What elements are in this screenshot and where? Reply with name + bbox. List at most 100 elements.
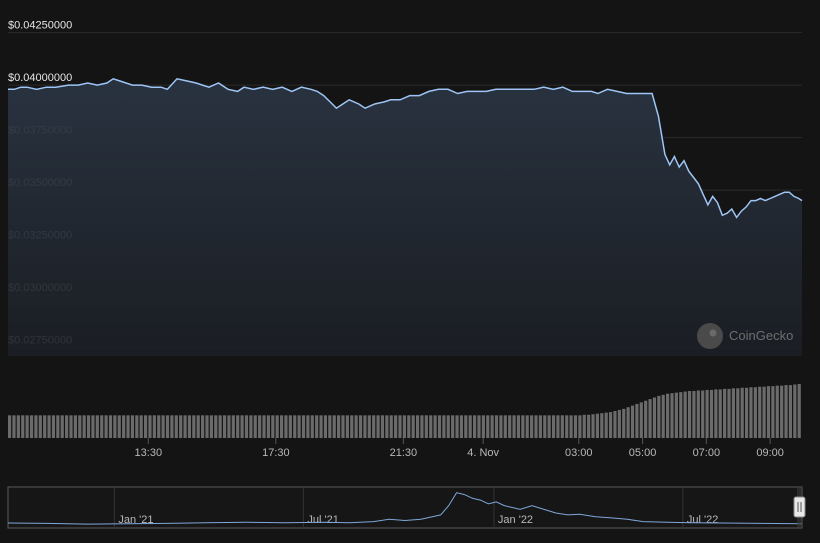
volume-bar [38, 415, 42, 438]
volume-bar [113, 415, 117, 438]
volume-bar [126, 415, 130, 438]
volume-bar [165, 415, 170, 438]
volume-bar [240, 415, 244, 438]
volume-bar [214, 415, 218, 438]
volume-bar [117, 415, 121, 438]
volume-bar [135, 415, 139, 438]
y-tick-label: $0.04000000 [8, 72, 72, 84]
volume-bar [108, 415, 113, 438]
volume-bar [323, 415, 328, 438]
volume-bar [687, 391, 692, 438]
volume-bar [143, 415, 148, 438]
volume-bar [464, 415, 468, 438]
volume-bar [595, 413, 600, 438]
volume-bar [424, 415, 428, 438]
volume-bar [626, 407, 630, 438]
volume-bar [600, 413, 604, 438]
volume-bar [297, 415, 301, 438]
volume-bar [451, 415, 455, 438]
volume-bar [736, 388, 740, 438]
volume-bar [727, 388, 731, 438]
volume-bar [780, 385, 784, 438]
volume-bar [714, 389, 718, 438]
volume-bar [762, 386, 766, 438]
volume-bar [139, 415, 143, 438]
volume-bar [731, 388, 735, 438]
volume-bar [740, 387, 744, 438]
volume-bar [429, 415, 433, 438]
volume-bar [332, 415, 336, 438]
volume-bar [394, 415, 398, 438]
volume-bar [266, 415, 271, 438]
volume-bar [56, 415, 60, 438]
volume-bar [398, 415, 402, 438]
volume-bar [503, 415, 507, 438]
volume-bar [205, 415, 209, 438]
volume-bar [486, 415, 490, 438]
volume-bar [573, 415, 578, 438]
volume-bar [411, 415, 415, 438]
volume-bar [758, 386, 762, 438]
volume-bar [701, 390, 705, 438]
volume-bar [315, 415, 319, 438]
volume-bar [530, 415, 534, 438]
volume-bar [275, 415, 279, 438]
volume-bar [174, 415, 178, 438]
volume-bar [696, 390, 700, 438]
volume-bar [104, 415, 108, 438]
volume-bar [95, 415, 99, 438]
volume-bar [69, 415, 73, 438]
volume-bar [244, 415, 249, 438]
volume-bar [753, 387, 757, 438]
volume-bar [534, 415, 538, 438]
price-chart: $0.04250000$0.04000000$0.03750000$0.0350… [7, 20, 806, 529]
volume-bar [525, 415, 529, 438]
volume-bar [661, 394, 665, 438]
x-tick-label: 21:30 [390, 447, 418, 459]
volume-bar [683, 391, 687, 438]
x-axis: 13:30 17:30 21:30 4. Nov 03:00 05:00 07:00 09:0… [135, 438, 784, 459]
volume-bar [679, 392, 683, 438]
volume-bar [372, 415, 376, 438]
volume-bar [367, 415, 371, 438]
volume-bar [788, 385, 793, 438]
volume-bar [380, 415, 385, 438]
coingecko-logo-icon [697, 323, 723, 349]
volume-bar [639, 402, 643, 438]
volume-bar [271, 415, 275, 438]
volume-bar [363, 415, 367, 438]
volume-bar [279, 415, 284, 438]
volume-bar [310, 415, 314, 438]
navigator-handle-right[interactable] [793, 496, 806, 518]
volume-bar [578, 415, 582, 438]
volume-bar [718, 389, 722, 438]
volume-bar [86, 415, 91, 438]
volume-bar [337, 415, 341, 438]
volume-bar [666, 393, 670, 438]
volume-bar [60, 415, 64, 438]
volume-bar [481, 415, 485, 438]
volume-bar [301, 415, 306, 438]
volume-bar [152, 415, 156, 438]
volume-bar [341, 415, 345, 438]
volume-bar [556, 415, 560, 438]
volume-bar [253, 415, 257, 438]
volume-bar [547, 415, 551, 438]
x-tick-label: 4. Nov [467, 447, 499, 459]
volume-bar [187, 415, 192, 438]
volume-bar [512, 415, 516, 438]
volume-bar [560, 415, 564, 438]
volume-bar [218, 415, 222, 438]
volume-bar [222, 415, 227, 438]
x-tick-label: 05:00 [629, 447, 657, 459]
volume-bar [437, 415, 442, 438]
volume-bar [674, 392, 678, 438]
volume-bar [192, 415, 196, 438]
volume-bar [648, 399, 652, 438]
volume-bar [231, 415, 235, 438]
volume-bar [604, 412, 608, 438]
volume-bar [565, 415, 569, 438]
navigator[interactable]: Jan '21 Jul '21 Jan '22 Jul '22 [7, 486, 806, 529]
volume-bar [635, 403, 639, 438]
volume-bar [490, 415, 494, 438]
